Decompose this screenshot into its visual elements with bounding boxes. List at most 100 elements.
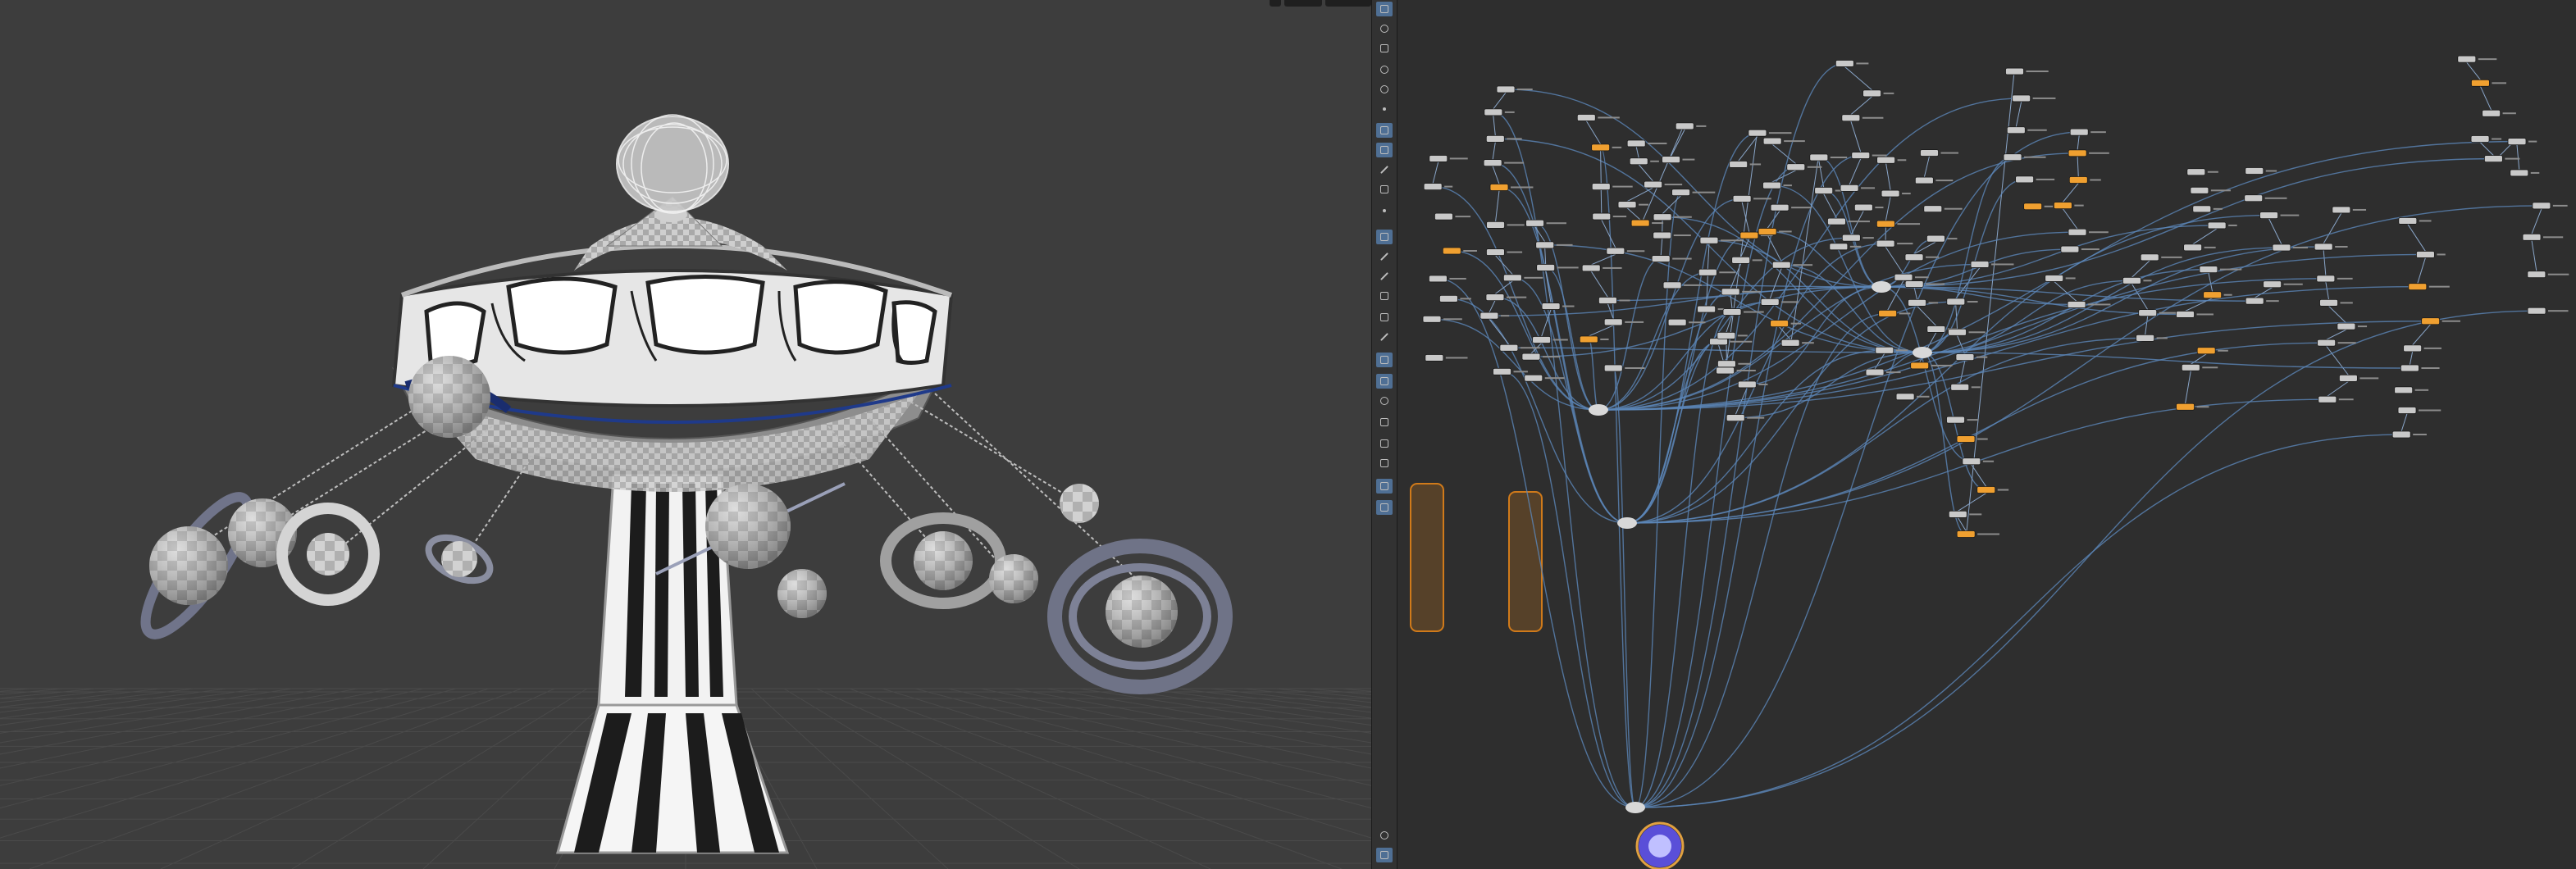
network-node[interactable] [1875,346,1894,354]
display-tool-icon[interactable] [1376,374,1393,389]
network-node[interactable] [1576,114,1596,121]
network-node[interactable] [2471,79,2490,87]
brush-tool-icon[interactable] [1376,230,1393,244]
network-node[interactable] [1617,201,1637,209]
network-node[interactable] [1422,315,1442,323]
network-node[interactable] [1484,108,1503,116]
network-box[interactable] [1508,491,1543,632]
network-node[interactable] [1758,228,1777,235]
network-node[interactable] [2394,386,2414,394]
network-node[interactable] [2207,221,2227,230]
network-node[interactable] [2183,243,2203,252]
network-node[interactable] [2060,245,2080,253]
network-node[interactable] [2527,271,2546,279]
merge-node[interactable] [1913,347,1932,358]
network-node[interactable] [2012,94,2031,102]
lock-icon[interactable] [1376,41,1393,56]
network-node[interactable] [1485,134,1505,143]
network-node[interactable] [2015,175,2035,184]
network-node[interactable] [2122,276,2141,284]
network-node[interactable] [2136,334,2155,342]
network-node[interactable] [2482,109,2501,117]
network-node[interactable] [1946,298,1966,306]
network-node[interactable] [1521,353,1541,361]
network-node[interactable] [1962,457,1981,466]
network-node[interactable] [2196,347,2216,355]
network-node[interactable] [2483,155,2503,163]
network-node[interactable] [2005,67,2024,75]
network-node[interactable] [2045,275,2064,282]
network-node[interactable] [2176,311,2195,318]
camera-icon[interactable] [1376,143,1393,157]
network-node[interactable] [2053,202,2072,210]
network-node[interactable] [1748,129,1767,137]
network-node[interactable] [2470,135,2490,143]
network-node[interactable] [2199,266,2218,274]
view-tool-icon[interactable] [1376,353,1393,367]
network-node[interactable] [2314,243,2333,251]
network-node[interactable] [1760,298,1780,306]
network-node[interactable] [1904,253,1924,262]
network-node[interactable] [2023,202,2043,211]
network-node[interactable] [1525,219,1544,227]
network-node[interactable] [2338,374,2358,382]
network-node[interactable] [1532,336,1552,344]
network-node[interactable] [1606,247,1625,255]
network-node[interactable] [1429,275,1448,283]
network-node[interactable] [1629,157,1648,166]
network-node[interactable] [1956,530,1976,538]
background-tool-icon[interactable] [1376,456,1393,471]
network-node[interactable] [2176,403,2195,411]
scene-render[interactable] [0,0,1371,869]
network-node[interactable] [1591,143,1611,152]
network-node[interactable] [1770,203,1790,212]
network-node[interactable] [2421,317,2441,325]
network-node[interactable] [1881,189,1900,198]
network-node[interactable] [1762,137,1782,145]
measure-tool-icon[interactable] [1376,269,1393,284]
network-node[interactable] [1486,221,1505,229]
network-node[interactable] [2259,212,2278,219]
network-node[interactable] [1737,380,1757,389]
network-node[interactable] [2192,205,2212,213]
network-node[interactable] [1671,189,1690,197]
network-node[interactable] [1662,156,1680,163]
network-node[interactable] [2527,307,2546,315]
network-node[interactable] [2532,202,2551,210]
network-node[interactable] [1579,335,1598,344]
network-node[interactable] [1651,255,1671,262]
network-node[interactable] [2245,167,2264,175]
network-node[interactable] [1851,152,1871,159]
network-node[interactable] [1499,344,1519,352]
network-node[interactable] [1653,231,1672,239]
snap-icon[interactable] [1376,182,1393,197]
network-node[interactable] [1675,122,1694,130]
network-node[interactable] [2318,395,2337,403]
merge-node[interactable] [1617,517,1637,529]
network-node[interactable] [1914,176,1934,184]
network-node[interactable] [1926,234,1945,243]
transform-tool-icon[interactable] [1376,21,1393,36]
network-node[interactable] [1483,159,1502,167]
network-node[interactable] [1827,217,1846,225]
pin-icon[interactable] [1376,102,1393,116]
network-node[interactable] [1780,339,1800,347]
network-node[interactable] [2507,138,2527,145]
network-node[interactable] [1876,220,1895,228]
network-node[interactable] [1496,85,1516,93]
network-node[interactable] [2068,176,2088,184]
network-node[interactable] [1729,161,1748,168]
merge-node[interactable] [1872,281,1891,293]
network-node[interactable] [1591,183,1611,190]
network-node[interactable] [1479,312,1499,320]
light-icon[interactable] [1376,123,1393,138]
network-node[interactable] [1709,338,1728,346]
viewport-camera-button[interactable] [1284,0,1322,7]
network-node[interactable] [1603,364,1623,372]
network-node[interactable] [1489,184,1509,191]
network-node[interactable] [2068,228,2087,236]
network-node[interactable] [1904,280,1924,288]
network-node[interactable] [2337,322,2356,330]
render-view-icon[interactable] [1376,479,1393,494]
network-node[interactable] [2006,126,2026,134]
